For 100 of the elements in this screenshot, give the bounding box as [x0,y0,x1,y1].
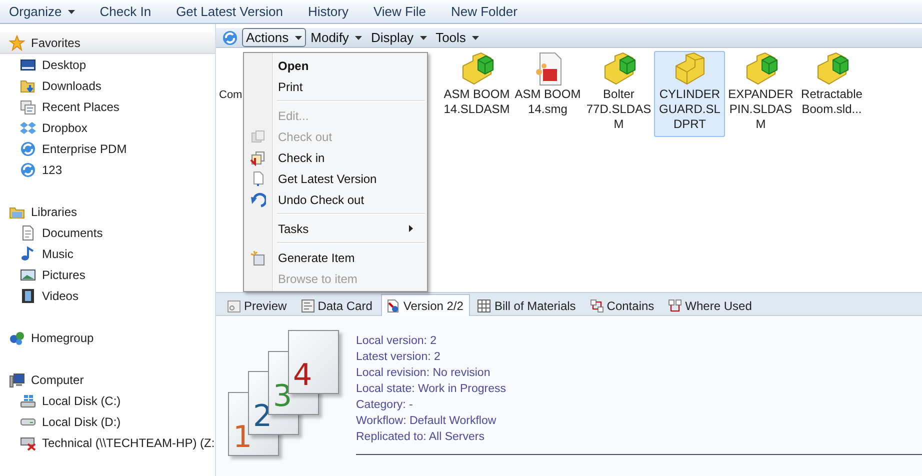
assembly-icon [602,52,636,86]
caret-icon [354,36,362,40]
menu-item[interactable]: Print [244,76,427,97]
caret-icon [472,36,479,40]
monitor-icon [20,56,36,72]
file-item[interactable]: ASM BOOM 14.SLDASM [441,51,512,122]
nav-item[interactable]: Pictures [0,264,215,285]
undo-icon [250,192,266,208]
version-page: 4 [288,330,339,394]
nav-item[interactable]: Videos [0,285,215,306]
nav-item[interactable]: Recent Places [0,96,215,117]
tab[interactable]: Version 2/2 [381,294,470,316]
version-info: Local version: 2 [356,334,438,349]
toolbar-button[interactable]: Get Latest Version [167,0,300,23]
nav-item[interactable]: Technical (\\TECHTEAM-HP) (Z: [0,432,215,453]
file-name: Retractable Boom.sld... [800,87,864,117]
menu-button[interactable]: Display [366,28,431,47]
nav-item[interactable]: 123 [0,159,215,180]
data-card-icon [300,298,315,312]
toolbar-button[interactable]: Check In [90,0,168,23]
file-item[interactable]: ASM BOOM 14.smg [512,51,584,122]
nav-item[interactable]: Homegroup [0,327,215,348]
nav-item[interactable]: Local Disk (C:) [0,390,215,411]
menu-item[interactable]: Undo Check out [244,189,427,210]
caret-icon [68,10,75,14]
file-name: Com [219,88,242,103]
nav-item[interactable]: Documents [0,222,215,243]
file-name: ASM BOOM 14.smg [514,87,582,117]
caret-icon [294,36,302,40]
version-info: Workflow: Default Workflow [356,414,498,429]
file-item[interactable]: EXPANDER PIN.SLDASM [725,51,796,137]
check-in-icon [250,150,266,166]
version-info: Local state: Work in Progress [356,382,507,397]
disconnected-drive-icon [20,434,36,450]
file-item[interactable]: Bolter 77D.SLDASM [583,51,654,137]
tab[interactable]: Bill of Materials [472,295,583,315]
assembly-icon [814,52,849,86]
file-item[interactable]: CYLINDER GUARD.SLDPRT [654,51,726,137]
menu-item[interactable]: Tasks [244,218,427,239]
version-info: Local revision: No revision [356,366,492,381]
file-name: ASM BOOM 14.SLDASM [443,87,510,117]
sync-icon [20,140,36,156]
submenu-arrow-icon [409,225,413,232]
menu-item[interactable]: Open [244,55,427,76]
music-note-icon [20,246,36,262]
file-name: EXPANDER PIN.SLDASM [727,87,794,132]
where-used-icon [668,298,682,312]
file-item[interactable]: Retractable Boom.sld... [796,51,868,122]
version-info: Replicated to: All Servers [356,430,486,445]
nav-item[interactable]: Desktop [0,54,215,75]
nav-item[interactable]: Enterprise PDM [0,138,215,159]
refresh-icon[interactable] [222,30,238,46]
assembly-icon [744,52,778,86]
toolbar-button[interactable]: New Folder [442,0,534,23]
nav-item[interactable]: Libraries [0,201,215,222]
tab[interactable]: Contains [584,295,662,315]
computer-icon [9,372,25,388]
toolbar-button[interactable]: View File [364,0,442,23]
dropbox-icon [20,120,36,136]
file-name: CYLINDER GUARD.SLDPRT [658,87,722,132]
part-icon [672,52,707,86]
nav-item[interactable]: Favorites [0,32,215,54]
folder-download-icon [20,78,36,94]
nav-item[interactable]: Dropbox [0,117,215,138]
toolbar-button[interactable]: History [299,0,364,23]
nav-item[interactable]: Computer [0,369,215,390]
picture-icon [20,266,36,282]
drive-icon [20,418,36,426]
tab[interactable]: Where Used [663,295,759,315]
assembly-icon [460,52,494,86]
nav-item[interactable]: Downloads [0,75,215,96]
toolbar-button[interactable]: Organize [0,0,91,23]
caret-icon [420,36,427,40]
star-icon [9,34,25,50]
menu-button[interactable]: Tools [432,28,483,47]
nav-item[interactable]: Local Disk (D:) [0,411,215,432]
film-icon [20,288,36,304]
document-icon [20,224,36,240]
tab[interactable]: Preview [222,295,294,315]
menu-button[interactable]: Modify [306,28,366,47]
tab[interactable]: Data Card [296,295,380,315]
version-info: Latest version: 2 [356,350,442,365]
version-info: Category: - [356,398,414,413]
menu-item[interactable]: Get Latest Version [244,168,427,189]
table-icon [477,298,492,312]
system-drive-icon [20,392,36,408]
generate-item-icon [250,250,266,266]
menu-item[interactable]: Check in [244,147,427,168]
contains-icon [590,298,604,312]
version-icon [386,298,400,312]
menu-button[interactable]: Actions [242,28,306,47]
recent-places-icon [20,98,36,114]
homegroup-icon [9,330,25,346]
menu-item[interactable]: Generate Item [244,247,427,268]
file-item[interactable]: Com [218,51,244,104]
check-out-icon [250,128,266,144]
preview-icon [227,298,241,312]
nav-item[interactable]: Music [0,243,215,264]
file-name: Bolter 77D.SLDASM [585,87,652,132]
sync-icon [20,162,36,178]
